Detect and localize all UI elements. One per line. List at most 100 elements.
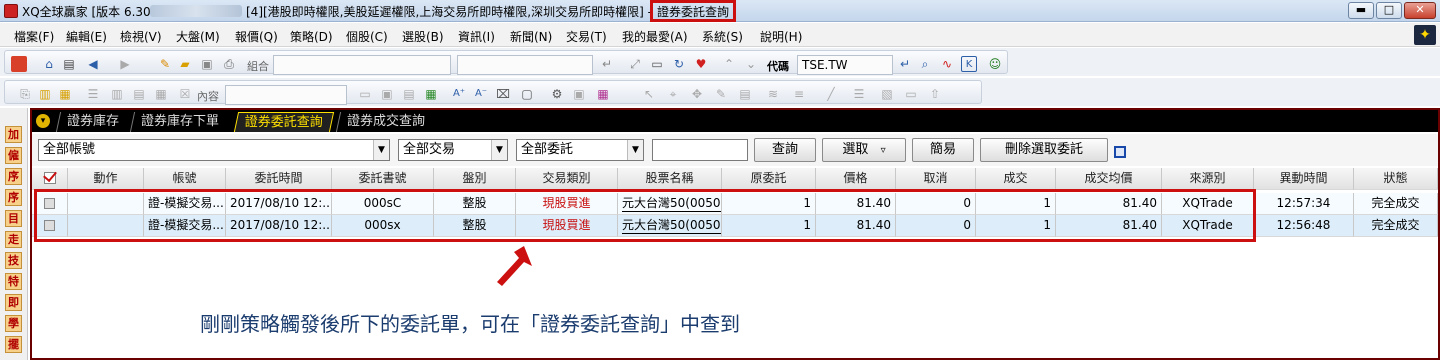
panel-icon[interactable]: ▭ — [357, 86, 373, 102]
menu-strategy[interactable]: 策略(D) — [290, 28, 333, 45]
refresh-icon[interactable]: ↻ — [671, 56, 687, 72]
simple-mode-button[interactable]: 簡易 — [912, 138, 974, 162]
tab-order-query[interactable]: 證券委託查詢 — [233, 112, 335, 132]
list-icon[interactable]: ☰ — [851, 86, 867, 102]
scroll-down-icon[interactable]: ⌄ — [743, 56, 759, 72]
tab-trade-query[interactable]: 證券成交查詢 — [335, 112, 436, 132]
menu-favorites[interactable]: 我的最愛(A) — [622, 28, 688, 45]
box-icon[interactable]: ▢ — [519, 86, 535, 102]
close-button[interactable]: ✕ — [1404, 2, 1436, 19]
trade-type-select[interactable]: 全部交易 ▼ — [398, 139, 508, 161]
window-icon[interactable]: ▭ — [649, 56, 665, 72]
text-box-icon[interactable]: ▭ — [903, 86, 919, 102]
select-button[interactable]: 選取 ▿ — [822, 138, 906, 162]
side-button-2[interactable]: 僱 — [5, 147, 22, 164]
side-button-10[interactable]: 學 — [5, 315, 22, 332]
menu-market[interactable]: 大盤(M) — [176, 28, 220, 45]
menu-help[interactable]: 說明(H) — [760, 28, 802, 45]
color-grid-icon[interactable]: ▦ — [423, 86, 439, 102]
image-icon[interactable]: ▧ — [879, 86, 895, 102]
menu-info[interactable]: 資訊(I) — [458, 28, 495, 45]
side-button-4[interactable]: 序 — [5, 189, 22, 206]
tab-inventory-order[interactable]: 證券庫存下單 — [129, 112, 230, 132]
move-icon[interactable]: ✥ — [689, 86, 705, 102]
group-combo[interactable] — [273, 55, 451, 75]
side-button-7[interactable]: 技 — [5, 252, 22, 269]
home-icon[interactable]: ⌂ — [41, 56, 57, 72]
select-all-checkbox[interactable] — [43, 172, 56, 184]
pattern-icon[interactable]: ≡ — [791, 86, 807, 102]
palette-icon[interactable]: ▦ — [595, 86, 611, 102]
new-file-icon[interactable]: ✎ — [157, 56, 173, 72]
account-icon[interactable]: ☺ — [987, 56, 1003, 72]
pencil-icon[interactable]: ✎ — [713, 86, 729, 102]
pointer-icon[interactable]: ↖ — [641, 86, 657, 102]
tab-menu-icon[interactable]: ▾ — [36, 114, 50, 128]
open-folder-icon[interactable]: ▰ — [177, 56, 193, 72]
line-icon[interactable]: ╱ — [823, 86, 839, 102]
tab-inventory[interactable]: 證券庫存 — [55, 112, 130, 132]
forward-arrow-icon[interactable]: ▶ — [117, 56, 133, 72]
search-input[interactable] — [652, 139, 748, 161]
settings-icon[interactable]: ⚙ — [549, 86, 565, 102]
menu-screener[interactable]: 選股(B) — [402, 28, 444, 45]
chart-icon[interactable]: ∿ — [939, 56, 955, 72]
side-button-6[interactable]: 走 — [5, 231, 22, 248]
minimize-button[interactable]: ▬ — [1348, 2, 1374, 19]
enter-code-icon[interactable]: ↵ — [897, 56, 913, 72]
menu-system[interactable]: 系統(S) — [702, 28, 743, 45]
note-icon[interactable]: ▤ — [737, 86, 753, 102]
paste-icon[interactable]: ▥ — [37, 86, 53, 102]
favorite-heart-icon[interactable]: ♥ — [693, 56, 709, 72]
menu-view[interactable]: 檢視(V) — [120, 28, 162, 45]
table-icon[interactable]: ▤ — [131, 86, 147, 102]
lock-icon[interactable]: ▣ — [571, 86, 587, 102]
menu-trade[interactable]: 交易(T) — [566, 28, 607, 45]
document-icon[interactable]: ▤ — [61, 56, 77, 72]
content-combo[interactable] — [225, 85, 347, 105]
format-icon[interactable]: ⌧ — [495, 86, 511, 102]
side-button-8[interactable]: 特 — [5, 273, 22, 290]
scroll-up-icon[interactable]: ⌃ — [721, 56, 737, 72]
side-button-3[interactable]: 序 — [5, 168, 22, 185]
header-select-all[interactable] — [32, 168, 68, 190]
copy-icon[interactable]: ⎘ — [17, 86, 33, 102]
maximize-button[interactable]: □ — [1376, 2, 1402, 19]
search-icon[interactable]: ⌕ — [917, 56, 933, 72]
frame-icon[interactable]: ▣ — [379, 86, 395, 102]
up-icon[interactable]: ⇧ — [927, 86, 943, 102]
enter-icon[interactable]: ↵ — [599, 56, 615, 72]
grid-layout-icon[interactable] — [11, 56, 27, 72]
align-columns-icon[interactable]: ▥ — [109, 86, 125, 102]
menu-edit[interactable]: 編輯(E) — [66, 28, 107, 45]
side-button-9[interactable]: 即 — [5, 294, 22, 311]
query-button[interactable]: 查詢 — [754, 138, 816, 162]
side-button-11[interactable]: 擺 — [5, 336, 22, 353]
account-select[interactable]: 全部帳號 ▼ — [38, 139, 390, 161]
order-type-select[interactable]: 全部委託 ▼ — [516, 139, 644, 161]
wave-icon[interactable]: ≋ — [765, 86, 781, 102]
options-checkbox[interactable] — [1114, 146, 1126, 158]
side-button-5[interactable]: 目 — [5, 210, 22, 227]
k-line-icon[interactable]: K — [961, 56, 977, 72]
lightbulb-icon[interactable]: ✦ — [1414, 25, 1436, 45]
side-button-1[interactable]: 加 — [5, 126, 22, 143]
font-larger-icon[interactable]: A⁺ — [451, 86, 467, 102]
save-icon[interactable]: ▣ — [199, 56, 215, 72]
menu-quote[interactable]: 報價(Q) — [235, 28, 278, 45]
layout-icon[interactable]: ▤ — [401, 86, 417, 102]
grid-icon[interactable]: ▦ — [153, 86, 169, 102]
menu-news[interactable]: 新聞(N) — [510, 28, 552, 45]
expand-icon[interactable]: ⤢ — [627, 56, 643, 72]
menu-file[interactable]: 檔案(F) — [14, 28, 54, 45]
crosshair-icon[interactable]: ⌖ — [665, 86, 681, 102]
delete-selected-orders-button[interactable]: 刪除選取委託 — [980, 138, 1108, 162]
menu-stock[interactable]: 個股(C) — [346, 28, 388, 45]
back-arrow-icon[interactable]: ◀ — [85, 56, 101, 72]
clipboard-icon[interactable]: ▦ — [57, 86, 73, 102]
close-window-icon[interactable]: ☒ — [177, 86, 193, 102]
print-icon[interactable]: ⎙ — [221, 56, 237, 72]
code-input[interactable]: TSE.TW — [797, 55, 893, 75]
font-smaller-icon[interactable]: A⁻ — [473, 86, 489, 102]
secondary-combo[interactable] — [457, 55, 593, 75]
